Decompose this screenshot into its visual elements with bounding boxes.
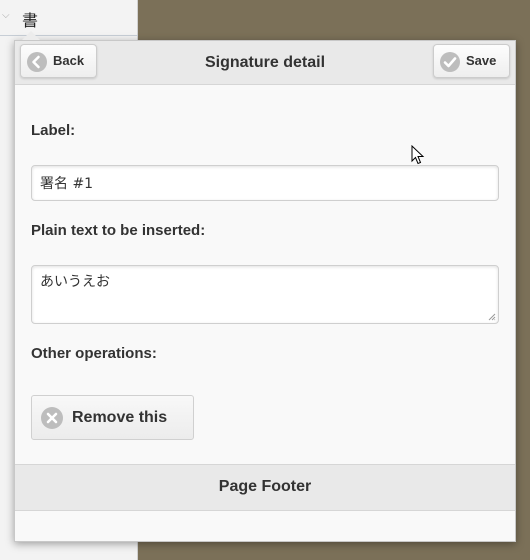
resize-grip-icon[interactable] xyxy=(488,313,496,321)
label-input[interactable] xyxy=(31,165,499,201)
remove-button-label: Remove this xyxy=(72,409,168,426)
remove-this-button[interactable]: Remove this xyxy=(31,395,194,440)
chevron-down-icon: ⌵ xyxy=(2,10,10,21)
list-item-label: 書 xyxy=(22,11,39,30)
plain-text-value: あいうえお xyxy=(40,274,110,290)
popup-arrow xyxy=(22,31,40,40)
mouse-pointer-icon xyxy=(411,145,425,165)
list-item[interactable]: ⌵ 書 xyxy=(0,0,138,36)
plain-text-field-label: Plain text to be inserted: xyxy=(31,222,206,239)
back-button-label: Back xyxy=(53,53,85,68)
delete-circle-icon xyxy=(41,407,63,429)
signature-detail-popup: Signature detail Back Save Label: Plain … xyxy=(14,40,516,542)
popup-header: Signature detail Back Save xyxy=(15,41,515,85)
label-field-label: Label: xyxy=(31,122,76,139)
save-button-label: Save xyxy=(466,53,497,68)
other-operations-label: Other operations: xyxy=(31,345,157,362)
plain-text-textarea[interactable]: あいうえお xyxy=(31,265,499,324)
check-circle-icon xyxy=(440,52,460,72)
page-footer: Page Footer xyxy=(15,464,515,511)
save-button[interactable]: Save xyxy=(433,44,510,78)
footer-title: Page Footer xyxy=(218,478,312,495)
back-button[interactable]: Back xyxy=(20,44,97,78)
arrow-left-circle-icon xyxy=(27,52,47,72)
